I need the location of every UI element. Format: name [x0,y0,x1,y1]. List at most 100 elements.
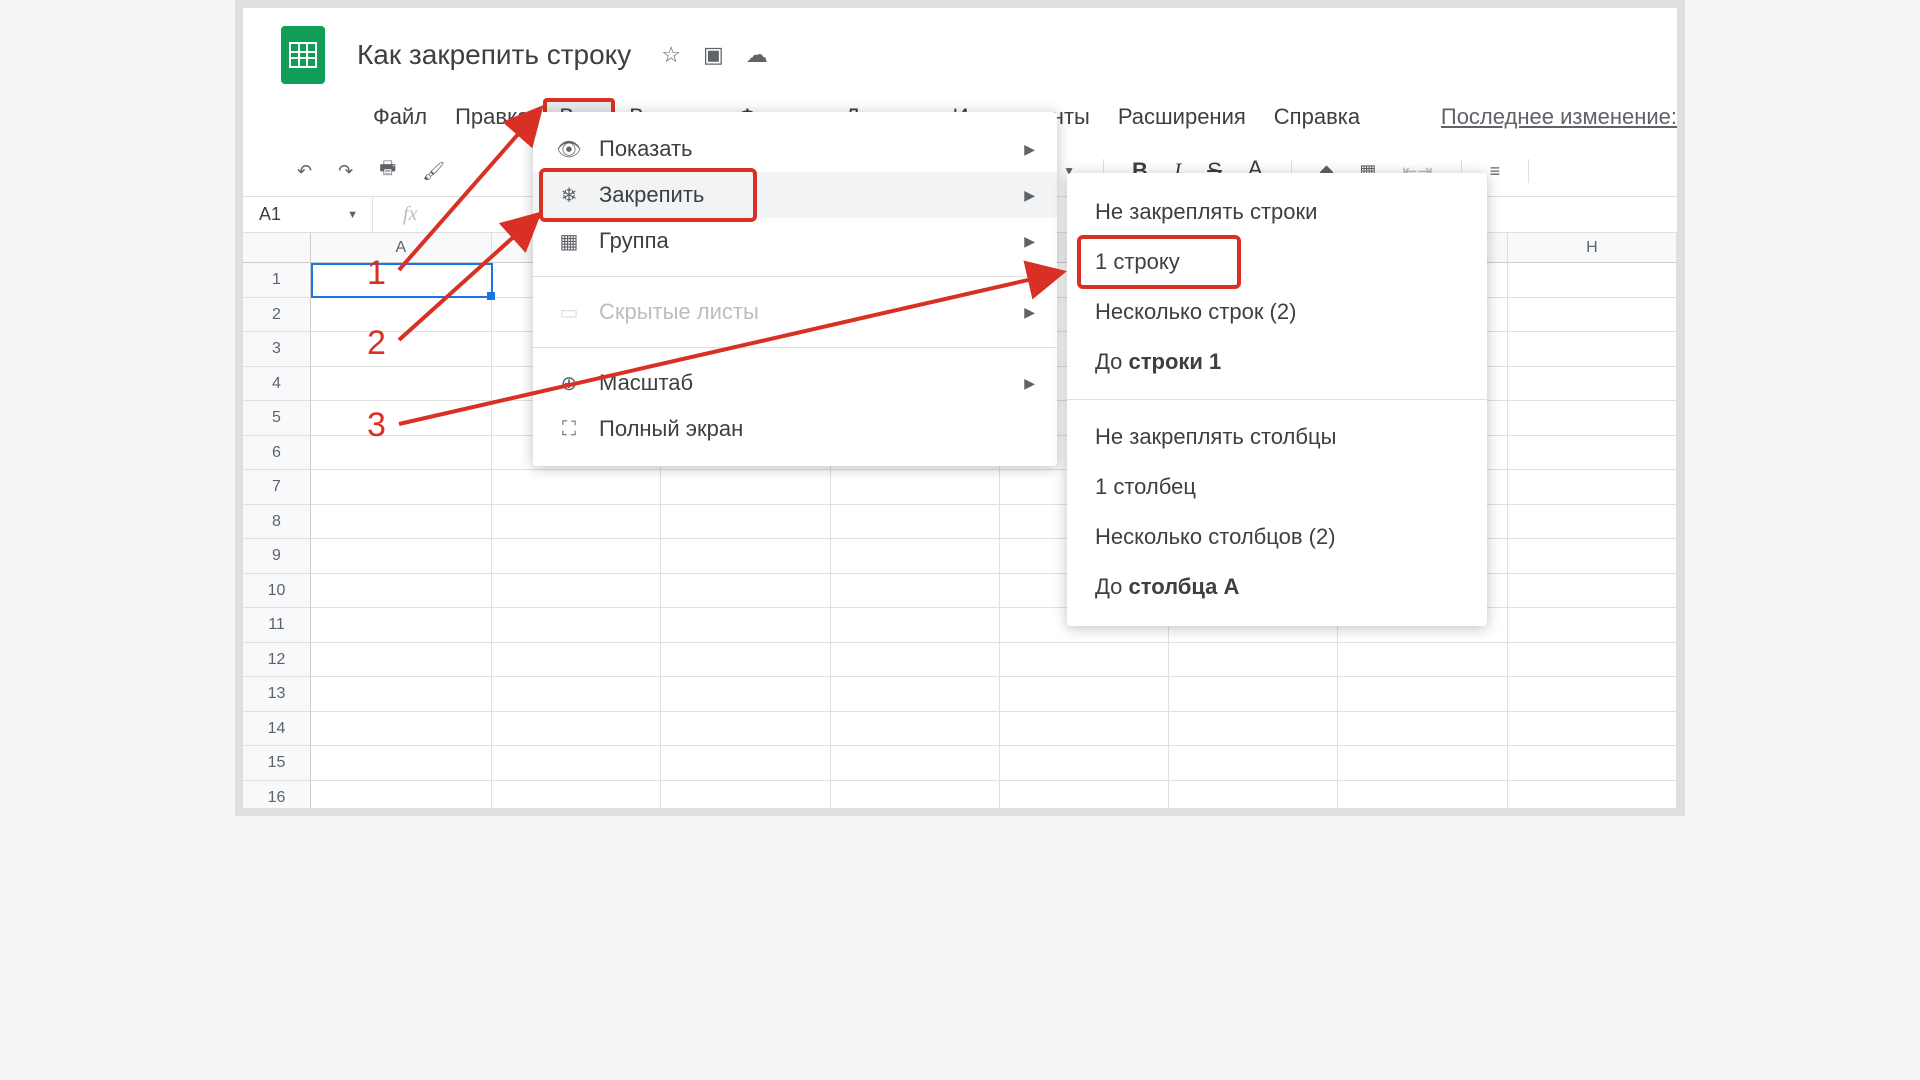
last-edit-link[interactable]: Последнее изменение: [1441,104,1677,130]
freeze-submenu-item[interactable]: 1 столбец [1067,462,1487,512]
cell[interactable] [831,539,1000,573]
cell[interactable] [311,298,492,332]
cell[interactable] [1169,781,1338,815]
cell[interactable] [311,505,492,539]
cell[interactable] [311,436,492,470]
cell[interactable] [311,746,492,780]
cell[interactable] [1508,436,1677,470]
redo-icon[interactable]: ↷ [338,161,353,182]
cell[interactable] [1000,746,1169,780]
selected-cell-A1[interactable] [311,263,493,298]
cell[interactable] [1338,643,1507,677]
view-menu-item[interactable]: ▦Группа▶ [533,218,1057,264]
print-icon[interactable]: 🖶 [379,156,396,186]
menu-help[interactable]: Справка [1260,100,1374,134]
cell[interactable] [1508,746,1677,780]
cell[interactable] [1338,712,1507,746]
cell[interactable] [1508,332,1677,366]
col-header[interactable]: H [1508,233,1677,262]
cell[interactable] [1508,367,1677,401]
col-header[interactable]: A [311,233,492,262]
view-menu-item[interactable]: ⛶Полный экран [533,406,1057,452]
row-header[interactable]: 1 [243,263,311,298]
cell[interactable] [1000,643,1169,677]
cell[interactable] [492,746,661,780]
row-header[interactable]: 6 [243,436,311,471]
cell[interactable] [1000,677,1169,711]
cell[interactable] [492,470,661,504]
cell[interactable] [661,746,830,780]
cell[interactable] [1338,677,1507,711]
view-menu-item[interactable]: ⊕Масштаб▶ [533,360,1057,406]
cell[interactable] [311,643,492,677]
cell[interactable] [492,505,661,539]
cell[interactable] [1169,643,1338,677]
row-header[interactable]: 13 [243,677,311,712]
cell[interactable] [661,470,830,504]
freeze-submenu-item[interactable]: До строки 1 [1067,337,1487,387]
row-header[interactable]: 14 [243,712,311,747]
view-menu-item[interactable]: ❄Закрепить▶ [533,172,1057,218]
cell[interactable] [831,608,1000,642]
star-icon[interactable]: ☆ [661,42,681,68]
cell[interactable] [1508,263,1677,297]
freeze-submenu-item[interactable]: 1 строку [1067,237,1487,287]
undo-icon[interactable]: ↶ [297,161,312,182]
cell[interactable] [492,781,661,815]
cloud-icon[interactable]: ☁ [746,42,768,68]
cell[interactable] [311,401,492,435]
cell[interactable] [311,539,492,573]
row-header[interactable]: 15 [243,746,311,781]
row-header[interactable]: 5 [243,401,311,436]
cell[interactable] [1338,781,1507,815]
cell[interactable] [1000,712,1169,746]
freeze-submenu-item[interactable]: Несколько строк (2) [1067,287,1487,337]
cell[interactable] [661,608,830,642]
cell[interactable] [492,539,661,573]
cell[interactable] [831,643,1000,677]
cell[interactable] [311,781,492,815]
row-header[interactable]: 2 [243,298,311,333]
row-header[interactable]: 8 [243,505,311,540]
freeze-submenu-item[interactable]: До столбца A [1067,562,1487,612]
row-header[interactable]: 16 [243,781,311,816]
cell[interactable] [1508,608,1677,642]
row-header[interactable]: 9 [243,539,311,574]
cell[interactable] [1169,712,1338,746]
cell[interactable] [1508,643,1677,677]
cell[interactable] [1000,781,1169,815]
cell[interactable] [661,539,830,573]
cell[interactable] [661,677,830,711]
cell[interactable] [1508,298,1677,332]
cell[interactable] [311,712,492,746]
cell[interactable] [661,505,830,539]
cell[interactable] [661,781,830,815]
cell[interactable] [661,712,830,746]
paint-format-icon[interactable]: 🖌 [422,161,445,182]
row-header[interactable]: 3 [243,332,311,367]
freeze-submenu-item[interactable]: Не закреплять строки [1067,187,1487,237]
cell[interactable] [311,367,492,401]
h-align-icon[interactable]: ≡ [1490,161,1501,182]
row-header[interactable]: 12 [243,643,311,678]
cell[interactable] [1508,470,1677,504]
name-box-dropdown-icon[interactable]: ▼ [347,209,358,221]
cell[interactable] [831,470,1000,504]
cell[interactable] [661,643,830,677]
cell[interactable] [311,470,492,504]
cell[interactable] [661,574,830,608]
cell[interactable] [831,746,1000,780]
cell[interactable] [831,781,1000,815]
cell[interactable] [311,332,492,366]
cell[interactable] [1508,781,1677,815]
cell[interactable] [1338,746,1507,780]
cell[interactable] [1508,677,1677,711]
cell[interactable] [492,712,661,746]
cell[interactable] [1169,677,1338,711]
name-box[interactable]: A1 ▼ [243,197,373,232]
row-header[interactable]: 7 [243,470,311,505]
menu-extensions[interactable]: Расширения [1104,100,1260,134]
cell[interactable] [1169,746,1338,780]
cell[interactable] [492,677,661,711]
row-header[interactable]: 11 [243,608,311,643]
